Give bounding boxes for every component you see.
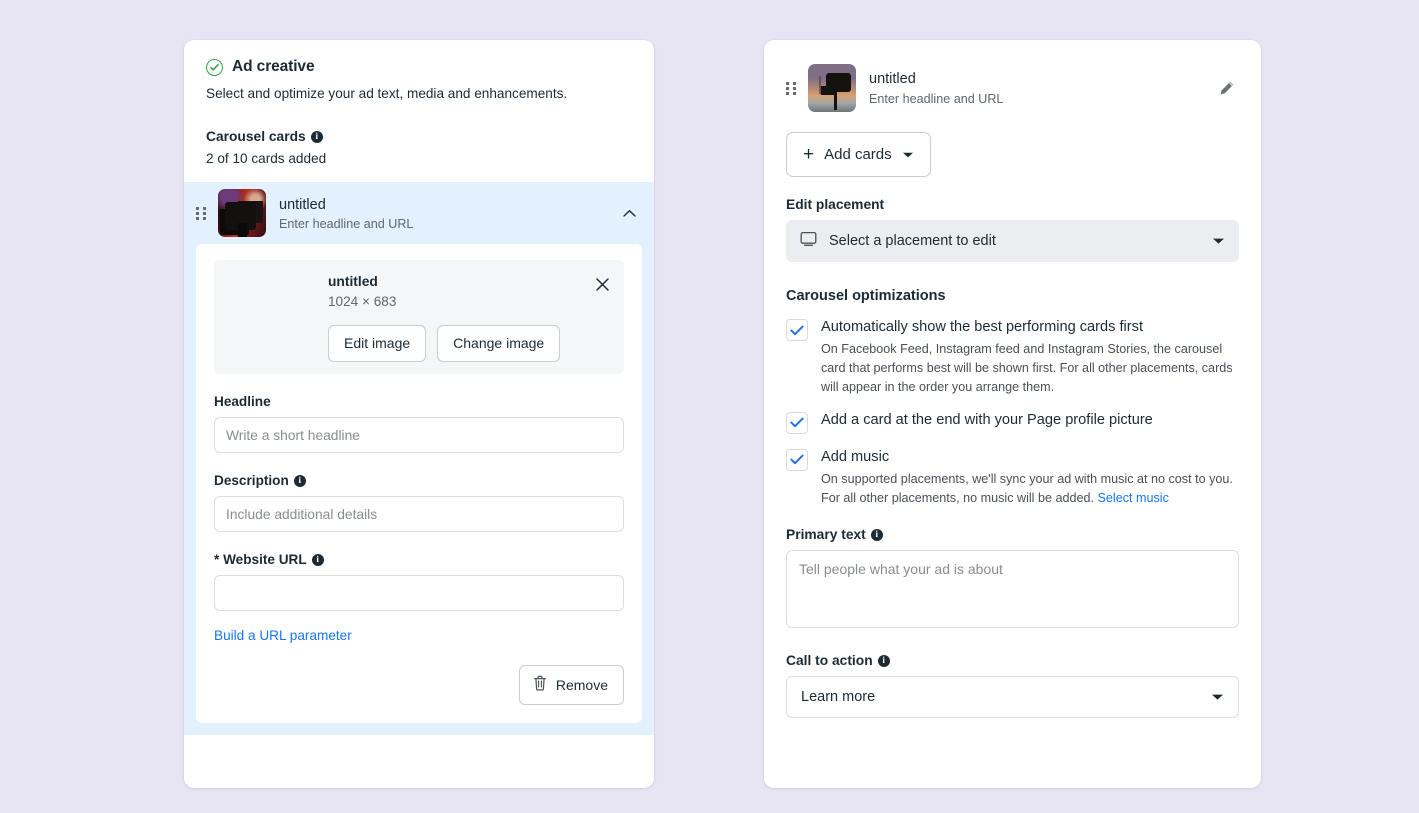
chevron-down-icon: [902, 146, 914, 163]
optimization-text: Add a card at the end with your Page pro…: [821, 411, 1239, 434]
section-subtitle: Select and optimize your ad text, media …: [206, 86, 568, 101]
call-to-action-label-text: Call to action: [786, 653, 873, 669]
option-description: On supported placements, we'll sync your…: [821, 470, 1239, 508]
selected-card-header[interactable]: untitled Enter headline and URL: [786, 56, 1239, 118]
drag-handle-icon[interactable]: [786, 81, 798, 95]
ad-creative-header: Ad creative Select and optimize your ad …: [184, 40, 654, 166]
chevron-up-icon[interactable]: [618, 202, 640, 224]
website-url-label-text: * Website URL: [214, 552, 307, 568]
change-image-button[interactable]: Change image: [437, 325, 561, 363]
primary-text-label: Primary text i: [786, 527, 1239, 542]
chevron-down-icon: [1211, 688, 1224, 706]
edit-image-button[interactable]: Edit image: [328, 325, 427, 363]
card-subtitle: Enter headline and URL: [279, 216, 414, 231]
placement-select-value: Select a placement to edit: [829, 233, 996, 249]
optimization-option-0: Automatically show the best performing c…: [786, 318, 1239, 397]
headline-label-text: Headline: [214, 394, 271, 410]
description-label: Description i: [214, 473, 624, 488]
check-circle-icon: [206, 58, 223, 76]
option-description-text: On supported placements, we'll sync your…: [821, 471, 1233, 505]
website-url-input[interactable]: [214, 575, 624, 612]
card-thumbnail: [218, 189, 266, 238]
carousel-optimizations-title: Carousel optimizations: [786, 288, 946, 304]
add-cards-label: Add cards: [824, 146, 892, 163]
pencil-icon[interactable]: [1213, 75, 1239, 101]
optimization-option-2: Add music On supported placements, we'll…: [786, 448, 1239, 508]
optimization-option-1: Add a card at the end with your Page pro…: [786, 411, 1239, 434]
headline-input[interactable]: [214, 417, 624, 454]
card-thumbnail: [808, 64, 856, 112]
optimization-text: Automatically show the best performing c…: [821, 318, 1239, 397]
carousel-cards-label: Carousel cards: [206, 129, 306, 145]
headline-label: Headline: [214, 394, 624, 409]
card-header-text: untitled Enter headline and URL: [869, 70, 1213, 105]
primary-text-input[interactable]: [786, 550, 1239, 629]
option-description: On Facebook Feed, Instagram feed and Ins…: [821, 341, 1233, 394]
info-icon[interactable]: i: [877, 654, 890, 667]
section-title-row: Ad creative: [206, 58, 632, 76]
carousel-card-body: untitled 1024 × 683 Edit image Change im…: [196, 244, 642, 723]
option-title: Add a card at the end with your Page pro…: [821, 411, 1153, 428]
drag-handle-icon[interactable]: [196, 206, 208, 220]
checkbox-add-music[interactable]: [786, 448, 808, 471]
call-to-action-value: Learn more: [801, 689, 876, 706]
carousel-card-header[interactable]: untitled Enter headline and URL: [184, 182, 654, 244]
close-icon[interactable]: [592, 274, 612, 294]
ad-creative-panel: Ad creative Select and optimize your ad …: [184, 40, 654, 788]
info-icon[interactable]: i: [870, 528, 883, 541]
plus-icon: +: [803, 144, 815, 165]
remove-button[interactable]: Remove: [518, 665, 624, 705]
monitor-icon: [800, 231, 817, 252]
build-url-parameter-link[interactable]: Build a URL parameter: [214, 628, 352, 643]
option-title: Automatically show the best performing c…: [821, 319, 1144, 335]
call-to-action-select[interactable]: Learn more: [786, 676, 1239, 719]
page-title: Ad creative: [232, 58, 315, 75]
carousel-cards-label-row: Carousel cards i: [206, 129, 632, 144]
call-to-action-label: Call to action i: [786, 653, 1239, 668]
edit-placement-label: Edit placement: [786, 197, 1239, 212]
remove-row: Remove: [214, 665, 624, 705]
media-preview-box: untitled 1024 × 683 Edit image Change im…: [214, 260, 624, 375]
build-url-row: Build a URL parameter: [214, 627, 624, 645]
description-input[interactable]: [214, 496, 624, 533]
chevron-down-icon: [1212, 232, 1225, 250]
carousel-settings-panel: untitled Enter headline and URL + Add ca…: [764, 40, 1261, 788]
website-url-label: * Website URL i: [214, 552, 624, 567]
media-thumbnail: [226, 272, 314, 360]
media-dimensions: 1024 × 683: [328, 294, 397, 310]
select-music-link[interactable]: Select music: [1098, 491, 1169, 505]
primary-text-label-text: Primary text: [786, 527, 866, 543]
description-label-text: Description: [214, 473, 289, 489]
card-title: untitled: [869, 71, 916, 88]
trash-icon: [533, 675, 547, 695]
placement-select[interactable]: Select a placement to edit: [786, 220, 1239, 262]
card-title: untitled: [279, 196, 326, 213]
media-info: untitled 1024 × 683 Edit image Change im…: [328, 272, 612, 363]
page-frame: Ad creative Select and optimize your ad …: [14, 10, 1405, 803]
checkbox-add-profile-card[interactable]: [786, 411, 808, 434]
card-subtitle: Enter headline and URL: [869, 91, 1004, 106]
info-icon[interactable]: i: [311, 553, 324, 566]
add-cards-button[interactable]: + Add cards: [786, 132, 931, 177]
optimization-text: Add music On supported placements, we'll…: [821, 448, 1239, 508]
edit-placement-label-text: Edit placement: [786, 197, 885, 212]
option-title: Add music: [821, 448, 890, 465]
remove-button-label: Remove: [555, 676, 608, 693]
cards-count-text: 2 of 10 cards added: [206, 151, 327, 167]
card-header-text: untitled Enter headline and URL: [279, 196, 618, 231]
info-icon[interactable]: i: [310, 130, 323, 143]
carousel-card-expanded: untitled Enter headline and URL untitled…: [184, 182, 654, 735]
checkbox-auto-best-cards[interactable]: [786, 319, 808, 341]
media-buttons: Edit image Change image: [328, 325, 612, 363]
info-icon[interactable]: i: [293, 474, 306, 487]
media-file-name: untitled: [328, 274, 378, 290]
